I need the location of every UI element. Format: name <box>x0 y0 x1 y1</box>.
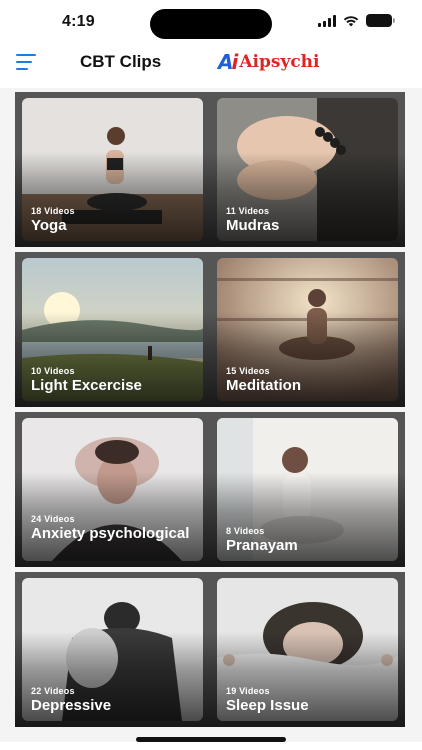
category-card-pranayam[interactable]: 8 Videos Pranayam <box>210 412 405 567</box>
video-count: 10 Videos <box>31 366 75 376</box>
video-count: 19 Videos <box>226 686 270 696</box>
video-count: 11 Videos <box>226 206 270 216</box>
video-count: 8 Videos <box>226 526 265 536</box>
hamburger-menu-icon[interactable] <box>16 54 36 70</box>
category-name: Meditation <box>226 377 301 394</box>
category-card-sleep-issue[interactable]: 19 Videos Sleep Issue <box>210 572 405 727</box>
category-name: Anxiety psychological <box>31 525 190 542</box>
category-name: Depressive <box>31 697 112 714</box>
aipsychi-logo: Ai Aipsychi <box>218 49 342 75</box>
category-card-anxiety[interactable]: 24 Videos Anxiety psychological <box>15 412 210 567</box>
video-count: 15 Videos <box>226 366 270 376</box>
category-grid: 18 Videos Yoga 11 Videos Mudras 10 Video… <box>0 88 422 742</box>
category-card-depressive[interactable]: 22 Videos Depressive <box>15 572 210 727</box>
category-card-light-exercise[interactable]: 10 Videos Light Excercise <box>15 252 210 407</box>
cellular-signal-icon <box>318 14 336 27</box>
category-name: Pranayam <box>226 537 298 554</box>
category-card-yoga[interactable]: 18 Videos Yoga <box>15 92 210 247</box>
status-bar: 4:19 <box>0 0 422 46</box>
video-count: 18 Videos <box>31 206 75 216</box>
battery-icon <box>366 14 395 27</box>
logo-mark-icon: Ai <box>218 50 238 74</box>
wifi-icon <box>343 15 359 26</box>
page-title: CBT Clips <box>80 52 162 71</box>
category-name: Yoga <box>31 217 67 234</box>
home-indicator <box>136 737 286 742</box>
video-count: 22 Videos <box>31 686 75 696</box>
category-name: Light Excercise <box>31 377 142 394</box>
dynamic-island <box>150 9 272 39</box>
video-count: 24 Videos <box>31 514 75 524</box>
status-time: 4:19 <box>62 13 95 30</box>
category-name: Sleep Issue <box>226 697 309 714</box>
category-card-mudras[interactable]: 11 Videos Mudras <box>210 92 405 247</box>
category-name: Mudras <box>226 217 280 234</box>
category-card-meditation[interactable]: 15 Videos Meditation <box>210 252 405 407</box>
app-header: CBT Clips Ai Aipsychi <box>0 46 422 80</box>
logo-text: Aipsychi <box>239 52 320 72</box>
status-icons <box>318 14 395 27</box>
